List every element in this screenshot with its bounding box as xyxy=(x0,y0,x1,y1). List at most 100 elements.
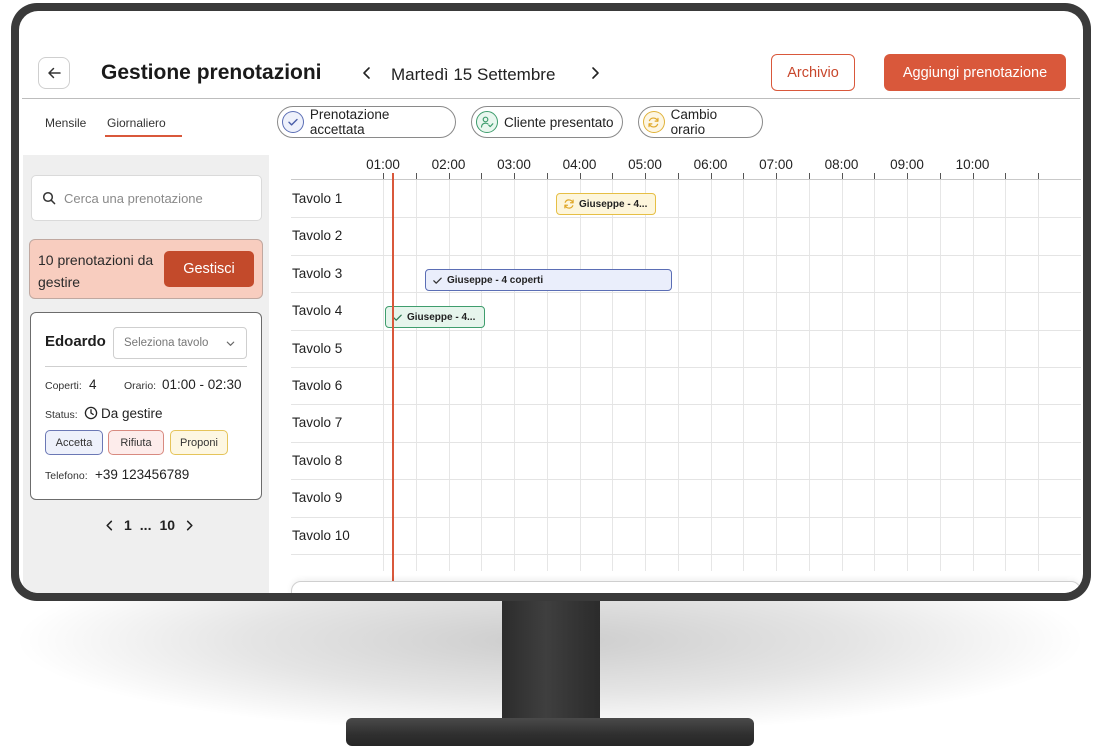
customer-name: Edoardo xyxy=(45,333,106,350)
grid-row-line xyxy=(291,554,1081,555)
table-row-label: Tavolo 4 xyxy=(292,303,343,319)
grid-row-line xyxy=(291,217,1081,219)
time-tick xyxy=(645,173,646,179)
manage-button[interactable]: Gestisci xyxy=(164,251,254,287)
pending-count-text: 10 prenotazioni da gestire xyxy=(38,252,154,290)
current-time-indicator xyxy=(392,173,394,583)
time-tick xyxy=(579,173,581,179)
time-value: 01:00 - 02:30 xyxy=(162,377,242,392)
time-tick xyxy=(939,173,941,179)
chevron-left-icon xyxy=(363,67,370,79)
legend-accepted[interactable]: Prenotazione accettata xyxy=(277,106,456,138)
grid-column-line xyxy=(808,180,810,571)
chevron-down-icon xyxy=(226,341,235,346)
status-value: Da gestire xyxy=(101,406,163,421)
chevron-right-icon xyxy=(592,67,599,79)
grid-column-line xyxy=(448,180,450,571)
back-button[interactable] xyxy=(38,57,70,89)
page-title: Gestione prenotazioni xyxy=(101,61,322,84)
table-row-label: Tavolo 10 xyxy=(292,527,350,543)
grid-column-line xyxy=(645,180,646,571)
booking-card: Edoardo Seleziona tavolo Coperti: 4 Orar… xyxy=(30,312,262,500)
time-tick xyxy=(776,173,777,179)
monitor-stand-base xyxy=(346,718,754,746)
hour-label: 04:00 xyxy=(562,157,597,172)
grid-column-line xyxy=(907,180,908,571)
grid-column-line xyxy=(481,180,483,571)
legend-accepted-label: Prenotazione accettata xyxy=(309,107,390,137)
page-current[interactable]: 1 xyxy=(124,517,132,533)
legend-present[interactable]: Cliente presentato xyxy=(471,106,623,138)
booking-bar-accepted[interactable]: Giuseppe - 4 coperti xyxy=(425,269,672,291)
table-select[interactable]: Seleziona tavolo xyxy=(113,327,247,359)
time-tick xyxy=(907,173,908,179)
refresh-icon xyxy=(563,198,575,210)
search-box[interactable] xyxy=(31,175,262,221)
hour-label: 02:00 xyxy=(431,157,466,172)
grid-row-line xyxy=(291,329,1081,331)
grid-column-line xyxy=(939,180,941,571)
previous-day-button[interactable] xyxy=(359,65,375,81)
card-divider xyxy=(45,366,247,367)
legend-time-change[interactable]: Cambio orario xyxy=(638,106,763,138)
legend-present-label: Cliente presentato xyxy=(504,114,614,130)
check-icon xyxy=(392,312,403,323)
grid-column-line xyxy=(1005,180,1007,571)
propose-button[interactable]: Proponi xyxy=(170,430,228,455)
hour-label: 09:00 xyxy=(890,157,924,172)
hour-label: 10:00 xyxy=(955,157,990,172)
grid-column-line xyxy=(1038,180,1039,571)
time-tick xyxy=(1038,173,1039,179)
timeline-header-divider xyxy=(291,179,1081,180)
next-day-button[interactable] xyxy=(587,65,603,81)
tab-daily[interactable]: Giornaliero xyxy=(107,116,166,130)
hour-label: 08:00 xyxy=(824,157,859,172)
hour-label: 07:00 xyxy=(759,157,793,172)
grid-column-line xyxy=(383,180,384,571)
booking-bar-time-change[interactable]: Giuseppe - 4... xyxy=(556,193,656,215)
time-tick xyxy=(383,173,384,179)
arrow-left-icon xyxy=(48,67,61,79)
covers-label: Coperti: xyxy=(45,380,82,392)
time-tick xyxy=(841,173,843,179)
booking-label: Giuseppe - 4... xyxy=(579,198,648,210)
chevron-right-icon[interactable] xyxy=(183,519,196,532)
refresh-icon xyxy=(643,111,665,133)
grid-row-line xyxy=(291,292,1081,294)
time-tick xyxy=(710,173,712,179)
time-tick xyxy=(415,173,417,179)
time-tick xyxy=(612,173,614,179)
legend-time-change-label: Cambio orario xyxy=(670,107,718,137)
grid-row-line xyxy=(291,254,1081,256)
time-tick xyxy=(514,173,515,179)
check-circle-icon xyxy=(282,111,304,133)
grid-column-line xyxy=(841,180,843,571)
booking-label: Giuseppe - 4... xyxy=(407,311,476,323)
table-row-label: Tavolo 1 xyxy=(292,191,343,206)
bottom-drawer[interactable] xyxy=(291,581,1081,593)
archive-button[interactable]: Archivio xyxy=(771,54,855,91)
phone-value: +39 123456789 xyxy=(95,467,190,482)
reject-button[interactable]: Rifiuta xyxy=(108,430,164,455)
hour-label: 03:00 xyxy=(497,157,531,172)
table-row-label: Tavolo 2 xyxy=(292,228,343,244)
booking-bar-present[interactable]: Giuseppe - 4... xyxy=(385,306,485,328)
table-row-label: Tavolo 7 xyxy=(292,415,343,431)
tab-monthly[interactable]: Mensile xyxy=(45,116,86,130)
grid-column-line xyxy=(972,180,974,571)
time-tick xyxy=(1005,173,1007,179)
clock-icon xyxy=(84,406,98,420)
header-divider xyxy=(22,98,1080,99)
hour-label: 01:00 xyxy=(366,157,400,172)
search-input[interactable] xyxy=(62,189,256,207)
bookings-sidebar: 10 prenotazioni da gestire Gestisci Edoa… xyxy=(23,155,269,593)
accept-button[interactable]: Accetta xyxy=(45,430,103,455)
grid-column-line xyxy=(546,180,548,571)
page-last[interactable]: 10 xyxy=(159,517,175,533)
grid-row-line xyxy=(291,516,1081,518)
grid-row-line xyxy=(291,441,1081,443)
add-booking-button[interactable]: Aggiungi prenotazione xyxy=(884,54,1066,91)
chevron-left-icon[interactable] xyxy=(103,519,116,532)
table-select-placeholder: Seleziona tavolo xyxy=(124,337,209,349)
hour-label: 06:00 xyxy=(693,157,728,172)
